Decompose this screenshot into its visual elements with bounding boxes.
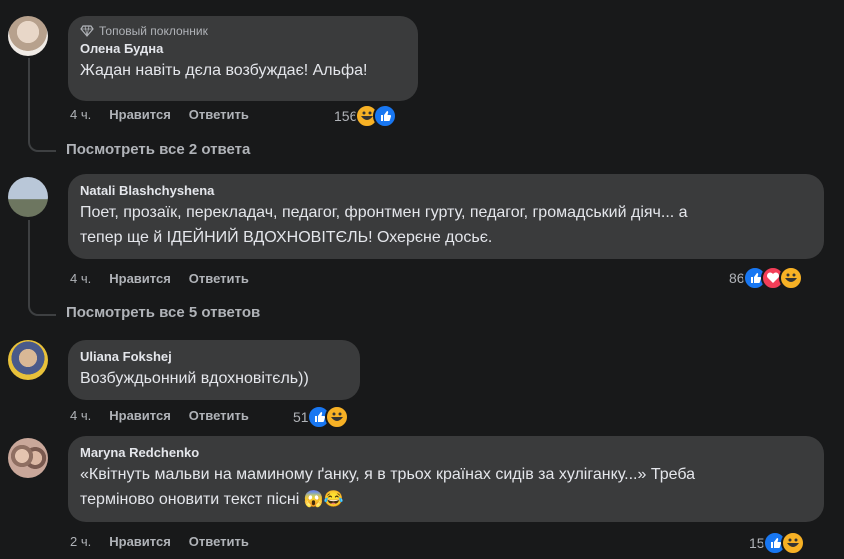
comment-text-line: терміново оновити текст пісні 😱😂: [80, 491, 344, 508]
avatar[interactable]: [8, 438, 48, 478]
comment-bubble: Uliana Fokshej Возбуждьонний вдохновітєл…: [68, 340, 360, 400]
reply-button[interactable]: Ответить: [189, 408, 249, 423]
diamond-icon: [80, 25, 94, 37]
comment-author[interactable]: Maryna Redchenko: [80, 444, 812, 462]
reaction-summary[interactable]: 156: [334, 104, 398, 128]
comment-actions: 2 ч. Нравится Ответить: [70, 534, 249, 549]
comment-text-line: Поет, прозаїк, перекладач, педагог, фрон…: [80, 204, 688, 221]
comment-timestamp[interactable]: 4 ч.: [70, 107, 91, 122]
comment-bubble: Natali Blashchyshena Поет, прозаїк, пере…: [68, 174, 824, 259]
like-icon: [373, 104, 398, 128]
badge-label: Топовый поклонник: [99, 24, 208, 38]
haha-icon: [324, 405, 349, 429]
comment-bubble: Топовый поклонник Олена Будна Жадан наві…: [68, 16, 418, 101]
thread-connector-line: [28, 220, 56, 316]
like-button[interactable]: Нравится: [109, 271, 171, 286]
reaction-summary[interactable]: 86: [729, 266, 803, 290]
like-button[interactable]: Нравится: [109, 107, 171, 122]
haha-icon: [778, 266, 803, 290]
reply-button[interactable]: Ответить: [189, 534, 249, 549]
view-replies-link[interactable]: Посмотреть все 5 ответов: [66, 304, 260, 321]
comment-bubble: Maryna Redchenko «Квітнуть мальви на мам…: [68, 436, 824, 522]
reply-button[interactable]: Ответить: [189, 271, 249, 286]
comment-text-line: «Квітнуть мальви на маминому ґанку, я в …: [80, 466, 696, 483]
reply-button[interactable]: Ответить: [189, 107, 249, 122]
like-button[interactable]: Нравится: [109, 534, 171, 549]
comment-text-line: тепер ще й ІДЕЙНИЙ ВДОХНОВІТЄЛЬ! Охерєне…: [80, 229, 493, 246]
comment-author[interactable]: Uliana Fokshej: [80, 348, 348, 366]
top-fan-badge: Топовый поклонник: [80, 24, 406, 38]
comment-actions: 4 ч. Нравится Ответить: [70, 408, 249, 423]
comment-actions: 4 ч. Нравится Ответить: [70, 271, 249, 286]
comment-text-line: Жадан навіть дєла возбуждає! Альфа!: [80, 62, 368, 79]
comment-author[interactable]: Олена Будна: [80, 40, 406, 58]
reaction-summary[interactable]: 51: [293, 405, 349, 429]
reaction-count: 156: [334, 108, 358, 124]
comment-timestamp[interactable]: 4 ч.: [70, 408, 91, 423]
like-button[interactable]: Нравится: [109, 408, 171, 423]
comment-actions: 4 ч. Нравится Ответить: [70, 107, 249, 122]
reaction-summary[interactable]: 15: [749, 531, 805, 555]
avatar[interactable]: [8, 16, 48, 56]
thread-connector-line: [28, 58, 56, 152]
view-replies-link[interactable]: Посмотреть все 2 ответа: [66, 141, 250, 158]
haha-icon: [780, 531, 805, 555]
avatar[interactable]: [8, 177, 48, 217]
avatar[interactable]: [8, 340, 48, 380]
comment-text-line: Возбуждьонний вдохновітєль)): [80, 370, 309, 387]
comment-timestamp[interactable]: 2 ч.: [70, 534, 91, 549]
comment-timestamp[interactable]: 4 ч.: [70, 271, 91, 286]
comment-author[interactable]: Natali Blashchyshena: [80, 182, 812, 200]
